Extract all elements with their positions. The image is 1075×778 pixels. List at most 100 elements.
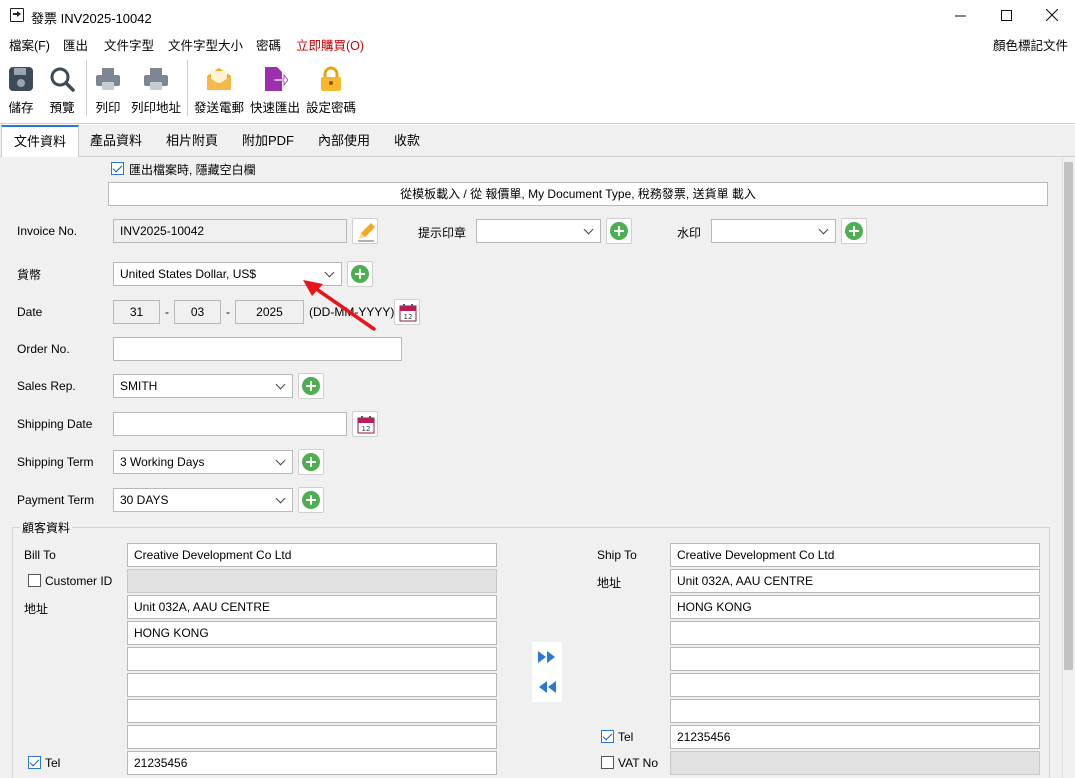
ship-to-field[interactable]: Creative Development Co Ltd (670, 543, 1040, 567)
calendar-icon: 12 (399, 304, 417, 322)
bill-address-line-5[interactable] (127, 699, 497, 723)
add-payment-term-button[interactable] (298, 487, 324, 513)
preview-button[interactable]: 預覽 (44, 56, 80, 120)
chevron-down-icon (275, 455, 286, 466)
shipping-date-field[interactable] (113, 412, 347, 436)
ship-tel-field[interactable]: 21235456 (670, 725, 1040, 749)
shipping-date-label: Shipping Date (17, 417, 93, 431)
customer-id-label: Customer ID (45, 574, 113, 588)
add-watermark-button[interactable] (841, 218, 867, 244)
toolbar-separator (187, 60, 188, 116)
toolbar-separator (86, 60, 87, 116)
svg-text:12: 12 (362, 425, 371, 433)
ship-address-line-5[interactable] (670, 673, 1040, 697)
printer-icon (144, 68, 168, 90)
shipping-term-select[interactable]: 3 Working Days (113, 450, 293, 474)
set-password-button[interactable]: 設定密碼 (305, 56, 357, 120)
load-from-template-button[interactable]: 從模板載入 / 從 報價單, My Document Type, 稅務發票, 送… (108, 182, 1048, 206)
quick-export-button[interactable]: 快速匯出 (249, 56, 301, 120)
printer-icon (96, 68, 120, 90)
save-button[interactable]: 儲存 (2, 56, 40, 120)
shipping-date-picker-button[interactable]: 12 (352, 411, 378, 437)
sales-rep-label: Sales Rep. (17, 379, 76, 393)
bill-to-field[interactable]: Creative Development Co Ltd (127, 543, 497, 567)
shipping-term-label: Shipping Term (17, 455, 94, 469)
menu-document-font[interactable]: 文件字型 (104, 35, 154, 54)
ship-address-label: 地址 (597, 576, 622, 590)
ship-to-label: Ship To (597, 548, 637, 562)
stamp-select[interactable] (476, 219, 601, 243)
add-sales-rep-button[interactable] (298, 373, 324, 399)
bill-address-line-1[interactable]: Unit 032A, AAU CENTRE (127, 595, 497, 619)
bill-tel-field[interactable]: 21235456 (127, 751, 497, 775)
minimize-icon (954, 15, 966, 16)
bill-address-line-6[interactable] (127, 725, 497, 749)
tab-attach-pdf[interactable]: 附加PDF (232, 125, 304, 157)
tab-product-info[interactable]: 產品資料 (80, 125, 152, 157)
customer-id-field (127, 569, 497, 593)
ship-address-line-3[interactable] (670, 621, 1040, 645)
bill-address-line-4[interactable] (127, 673, 497, 697)
add-stamp-button[interactable] (606, 218, 632, 244)
minimize-button[interactable] (937, 0, 983, 30)
vat-no-field (670, 751, 1040, 775)
add-shipping-term-button[interactable] (298, 449, 324, 475)
save-label: 儲存 (8, 101, 34, 115)
ship-address-line-4[interactable] (670, 647, 1040, 671)
ship-tel-checkbox[interactable] (601, 730, 614, 743)
menu-color-tag-document[interactable]: 顏色標記文件 (993, 35, 1068, 54)
date-picker-button[interactable]: 12 (394, 299, 420, 325)
ship-address-line-2[interactable]: HONG KONG (670, 595, 1040, 619)
menu-buy-now[interactable]: 立即購買(O) (296, 35, 364, 54)
close-button[interactable] (1029, 0, 1075, 30)
date-day-field[interactable]: 31 (113, 300, 160, 324)
maximize-button[interactable] (983, 0, 1029, 30)
bill-tel-checkbox[interactable] (28, 756, 41, 769)
magnifier-icon (50, 67, 75, 92)
bill-address-line-3[interactable] (127, 647, 497, 671)
file-export-icon (265, 67, 288, 91)
send-email-button[interactable]: 發送電郵 (193, 56, 245, 120)
print-button[interactable]: 列印 (90, 56, 126, 120)
sales-rep-select[interactable]: SMITH (113, 374, 293, 398)
menu-password[interactable]: 密碼 (256, 35, 281, 54)
menu-document-font-size[interactable]: 文件字型大小 (168, 35, 243, 54)
hide-blank-checkbox[interactable] (111, 162, 124, 175)
date-month-field[interactable]: 03 (174, 300, 221, 324)
fast-forward-icon (538, 651, 555, 663)
ship-address-line-6[interactable] (670, 699, 1040, 723)
ship-address-line-1[interactable]: Unit 032A, AAU CENTRE (670, 569, 1040, 593)
currency-select-value: United States Dollar, US$ (120, 267, 257, 281)
scrollbar-thumb[interactable] (1064, 162, 1073, 670)
chevron-down-icon (818, 224, 829, 235)
watermark-select[interactable] (711, 219, 836, 243)
chevron-down-icon (275, 493, 286, 504)
menu-export[interactable]: 匯出 (63, 35, 88, 54)
order-no-label: Order No. (17, 342, 70, 356)
copy-bill-to-ship-button[interactable] (532, 642, 562, 672)
window-title: 發票 INV2025-10042 (31, 11, 152, 26)
tab-payment[interactable]: 收款 (382, 125, 432, 157)
rewind-icon (539, 681, 556, 693)
plus-icon (610, 222, 628, 240)
edit-invoice-no-button[interactable] (352, 218, 378, 244)
copy-ship-to-bill-button[interactable] (532, 672, 562, 702)
order-no-field[interactable] (113, 337, 402, 361)
payment-term-select[interactable]: 30 DAYS (113, 488, 293, 512)
app-icon (10, 8, 24, 22)
invoice-no-field[interactable]: INV2025-10042 (113, 219, 347, 243)
tab-document-info[interactable]: 文件資料 (1, 125, 79, 158)
menu-file[interactable]: 檔案(F) (9, 35, 50, 54)
customer-id-checkbox[interactable] (28, 574, 41, 587)
lock-icon (321, 66, 341, 91)
tab-internal-use[interactable]: 內部使用 (308, 125, 380, 157)
svg-text:12: 12 (404, 313, 413, 321)
tab-photo-attachment[interactable]: 相片附頁 (155, 125, 229, 157)
print-address-button[interactable]: 列印地址 (130, 56, 182, 120)
vat-no-checkbox[interactable] (601, 756, 614, 769)
tab-bar: 文件資料 產品資料 相片附頁 附加PDF 內部使用 收款 (0, 125, 1075, 158)
payment-term-label: Payment Term (17, 493, 95, 507)
bill-address-line-2[interactable]: HONG KONG (127, 621, 497, 645)
date-separator: - (226, 305, 230, 319)
date-year-field[interactable]: 2025 (235, 300, 304, 324)
